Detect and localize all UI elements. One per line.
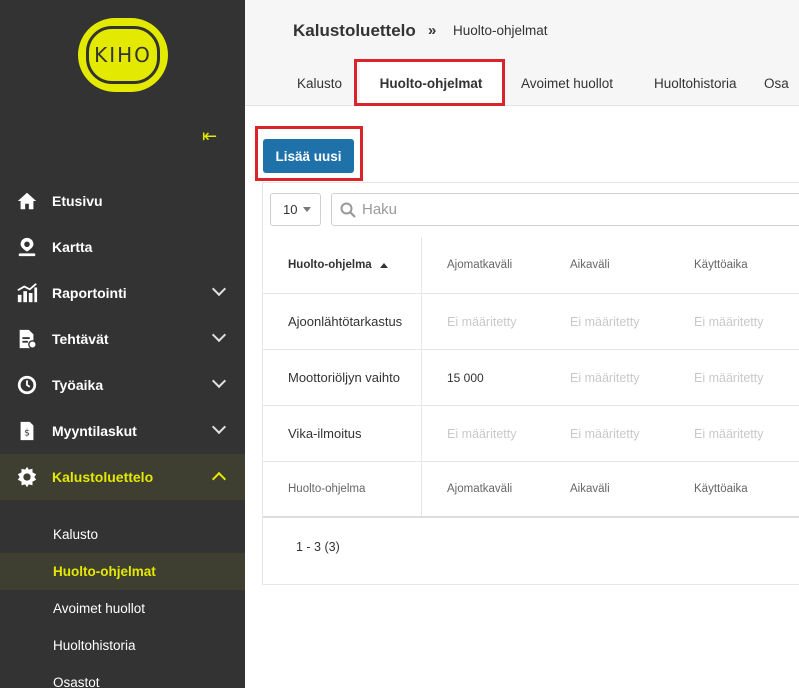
- cell-kayttoaika: Ei määritetty: [694, 426, 764, 441]
- cell-ajomatkavali: 15 000: [447, 370, 484, 385]
- page-size-select[interactable]: 10: [270, 193, 321, 226]
- map-pin-icon: [18, 237, 36, 257]
- sidebar: KIHO ⇤ Etusivu Kartta Raportointi Tehtäv…: [0, 0, 245, 688]
- tab-osastot[interactable]: Osa: [764, 60, 789, 106]
- chevron-down-icon: [211, 373, 227, 389]
- maintenance-programs-card: 10 Huolto-ohjelma Ajomatkaväli Aikaväli …: [262, 182, 799, 585]
- breadcrumb-current: Huolto-ohjelmat: [453, 23, 548, 38]
- tab-huoltohistoria[interactable]: Huoltohistoria: [654, 60, 737, 106]
- footer-label-huolto-ohjelma: Huolto-ohjelma: [288, 483, 366, 495]
- nav-item-myyntilaskut[interactable]: $ Myyntilaskut: [0, 408, 245, 454]
- chevron-down-icon: [211, 419, 227, 435]
- cell-kayttoaika: Ei määritetty: [694, 370, 764, 385]
- home-icon: [17, 192, 37, 210]
- breadcrumb-title[interactable]: Kalustoluettelo: [293, 21, 416, 41]
- tab-bar: Kalusto Huolto-ohjelmat Avoimet huollot …: [245, 60, 799, 106]
- table-footer-row: Huolto-ohjelma Ajomatkaväli Aikaväli Käy…: [263, 462, 799, 518]
- clock-icon: [17, 375, 37, 395]
- subnav-item-kalusto[interactable]: Kalusto: [0, 516, 245, 553]
- nav-item-label: Myyntilaskut: [52, 423, 137, 439]
- nav-item-label: Raportointi: [52, 285, 127, 301]
- search-input[interactable]: [362, 201, 782, 218]
- sort-ascending-icon: [379, 262, 388, 268]
- invoice-icon: $: [20, 421, 34, 441]
- table-header-row: Huolto-ohjelma Ajomatkaväli Aikaväli Käy…: [263, 237, 799, 294]
- maintenance-programs-table: Huolto-ohjelma Ajomatkaväli Aikaväli Käy…: [263, 237, 799, 518]
- table-body: Ajoonlähtötarkastus Ei määritetty Ei mää…: [263, 294, 799, 462]
- cell-kayttoaika: Ei määritetty: [694, 314, 764, 329]
- breadcrumb-separator: »: [428, 22, 437, 39]
- nav-item-label: Etusivu: [52, 193, 103, 209]
- cell-aikavali: Ei määritetty: [570, 314, 640, 329]
- gear-icon: [17, 466, 37, 488]
- pagination-info: 1 - 3 (3): [296, 540, 340, 554]
- cell-program-name: Moottoriöljyn vaihto: [288, 370, 400, 385]
- table-row[interactable]: Moottoriöljyn vaihto 15 000 Ei määritett…: [263, 350, 799, 406]
- caret-down-icon: [303, 207, 312, 212]
- column-header-aikavali[interactable]: Aikaväli: [570, 237, 610, 293]
- chevron-down-icon: [211, 327, 227, 343]
- subnav-item-huolto-ohjelmat[interactable]: Huolto-ohjelmat: [0, 553, 245, 590]
- page-size-value: 10: [283, 202, 298, 217]
- column-divider: [421, 462, 422, 516]
- cell-ajomatkavali: Ei määritetty: [447, 426, 517, 441]
- logo-text: KIHO: [94, 43, 152, 67]
- nav-item-etusivu[interactable]: Etusivu: [0, 178, 245, 224]
- footer-label-ajomatkavali: Ajomatkaväli: [447, 483, 513, 495]
- subnav-item-huoltohistoria[interactable]: Huoltohistoria: [0, 627, 245, 664]
- nav-item-label: Tehtävät: [52, 331, 109, 347]
- column-header-kayttoaika[interactable]: Käyttöaika: [694, 237, 748, 293]
- tab-kalusto[interactable]: Kalusto: [297, 60, 342, 106]
- column-divider: [421, 294, 422, 349]
- kalustoluettelo-subnav: Kalusto Huolto-ohjelmat Avoimet huollot …: [0, 516, 245, 688]
- chevron-down-icon: [211, 281, 227, 297]
- subnav-item-avoimet-huollot[interactable]: Avoimet huollot: [0, 590, 245, 627]
- search-box[interactable]: [331, 193, 799, 226]
- column-divider: [421, 350, 422, 405]
- nav-item-raportointi[interactable]: Raportointi: [0, 270, 245, 316]
- tab-huolto-ohjelmat[interactable]: Huolto-ohjelmat: [360, 60, 502, 106]
- cell-program-name: Vika-ilmoitus: [288, 426, 362, 441]
- chevron-up-icon: [211, 471, 227, 487]
- cell-ajomatkavali: Ei määritetty: [447, 314, 517, 329]
- nav-item-kartta[interactable]: Kartta: [0, 224, 245, 270]
- column-header-label: Huolto-ohjelma: [288, 259, 372, 271]
- footer-label-aikavali: Aikaväli: [570, 483, 610, 495]
- column-header-ajomatkavali[interactable]: Ajomatkaväli: [447, 237, 512, 293]
- nav-item-kalustoluettelo[interactable]: Kalustoluettelo: [0, 454, 245, 500]
- svg-text:$: $: [24, 428, 30, 439]
- subnav-item-osastot[interactable]: Osastot: [0, 664, 245, 688]
- page-header: Kalustoluettelo » Huolto-ohjelmat Kalust…: [245, 0, 799, 106]
- column-header-huolto-ohjelma[interactable]: Huolto-ohjelma: [288, 237, 388, 293]
- task-document-icon: [19, 329, 37, 349]
- table-row[interactable]: Ajoonlähtötarkastus Ei määritetty Ei mää…: [263, 294, 799, 350]
- footer-label-kayttoaika: Käyttöaika: [694, 483, 748, 495]
- logo-ring: KIHO: [86, 26, 160, 84]
- collapse-sidebar-icon[interactable]: ⇤: [202, 126, 217, 147]
- nav-item-label: Kalustoluettelo: [52, 469, 154, 485]
- cell-aikavali: Ei määritetty: [570, 370, 640, 385]
- add-new-button[interactable]: Lisää uusi: [263, 139, 354, 173]
- chart-bars-icon: [17, 283, 38, 303]
- nav-item-label: Kartta: [52, 239, 93, 255]
- table-row[interactable]: Vika-ilmoitus Ei määritetty Ei määritett…: [263, 406, 799, 462]
- main-content: Kalustoluettelo » Huolto-ohjelmat Kalust…: [245, 0, 799, 688]
- cell-aikavali: Ei määritetty: [570, 426, 640, 441]
- column-divider: [421, 237, 422, 293]
- tab-avoimet-huollot[interactable]: Avoimet huollot: [521, 60, 613, 106]
- main-nav: Etusivu Kartta Raportointi Tehtävät Työa…: [0, 178, 245, 500]
- cell-program-name: Ajoonlähtötarkastus: [288, 314, 403, 329]
- nav-item-tehtavat[interactable]: Tehtävät: [0, 316, 245, 362]
- nav-item-tyoaika[interactable]: Työaika: [0, 362, 245, 408]
- column-divider: [421, 406, 422, 461]
- nav-item-label: Työaika: [52, 377, 104, 393]
- search-icon: [340, 202, 356, 218]
- kiho-logo[interactable]: KIHO: [78, 18, 168, 92]
